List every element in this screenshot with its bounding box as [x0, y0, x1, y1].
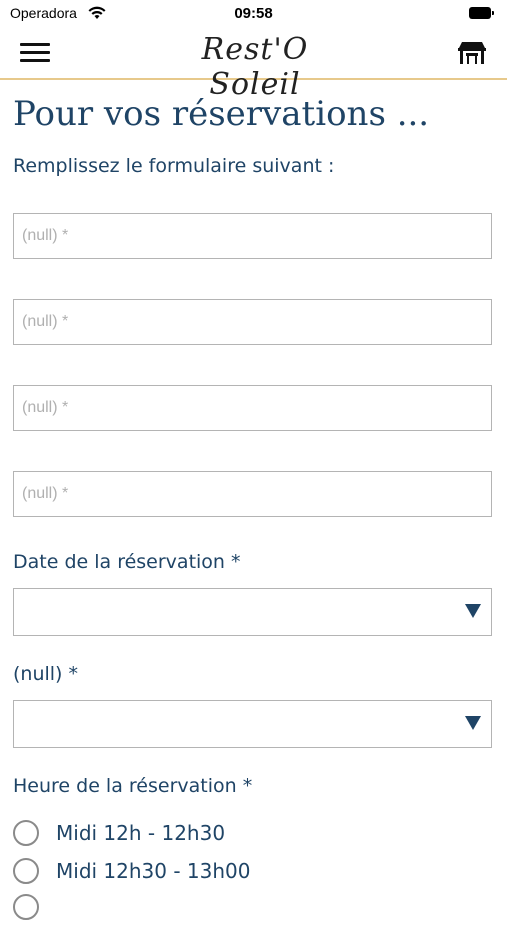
logo: Rest'O Soleil	[155, 28, 355, 102]
dropdown-caret-icon	[465, 604, 481, 618]
form-field-4[interactable]	[13, 471, 492, 517]
hamburger-menu-icon[interactable]	[20, 41, 50, 65]
time-option-label: Midi 12h - 12h30	[56, 821, 226, 845]
time-label: Heure de la réservation *	[13, 775, 253, 797]
radio-button[interactable]	[13, 820, 39, 846]
page-title: Pour vos réservations ...	[13, 94, 430, 134]
form-input-4[interactable]	[14, 472, 491, 516]
form-input-3[interactable]	[14, 386, 491, 430]
restaurant-icon[interactable]	[457, 40, 487, 66]
dropdown-caret-icon	[465, 716, 481, 730]
logo-text: Rest'O Soleil	[201, 32, 309, 102]
second-select-label: (null) *	[13, 663, 79, 685]
page-subtitle: Remplissez le formulaire suivant :	[13, 155, 335, 177]
status-bar: Operadora 09:58	[0, 0, 507, 28]
form-field-3[interactable]	[13, 385, 492, 431]
nav-bar: Rest'O Soleil	[0, 28, 507, 102]
radio-button[interactable]	[13, 858, 39, 884]
battery-icon	[469, 7, 495, 19]
form-field-1[interactable]	[13, 213, 492, 259]
date-label: Date de la réservation *	[13, 551, 241, 573]
date-select[interactable]	[13, 588, 492, 636]
radio-button[interactable]	[13, 894, 39, 920]
clock: 09:58	[234, 5, 273, 22]
form-input-2[interactable]	[14, 300, 491, 344]
time-option-label: Midi 12h30 - 13h00	[56, 859, 251, 883]
form-input-1[interactable]	[14, 214, 491, 258]
form-field-2[interactable]	[13, 299, 492, 345]
second-select[interactable]	[13, 700, 492, 748]
